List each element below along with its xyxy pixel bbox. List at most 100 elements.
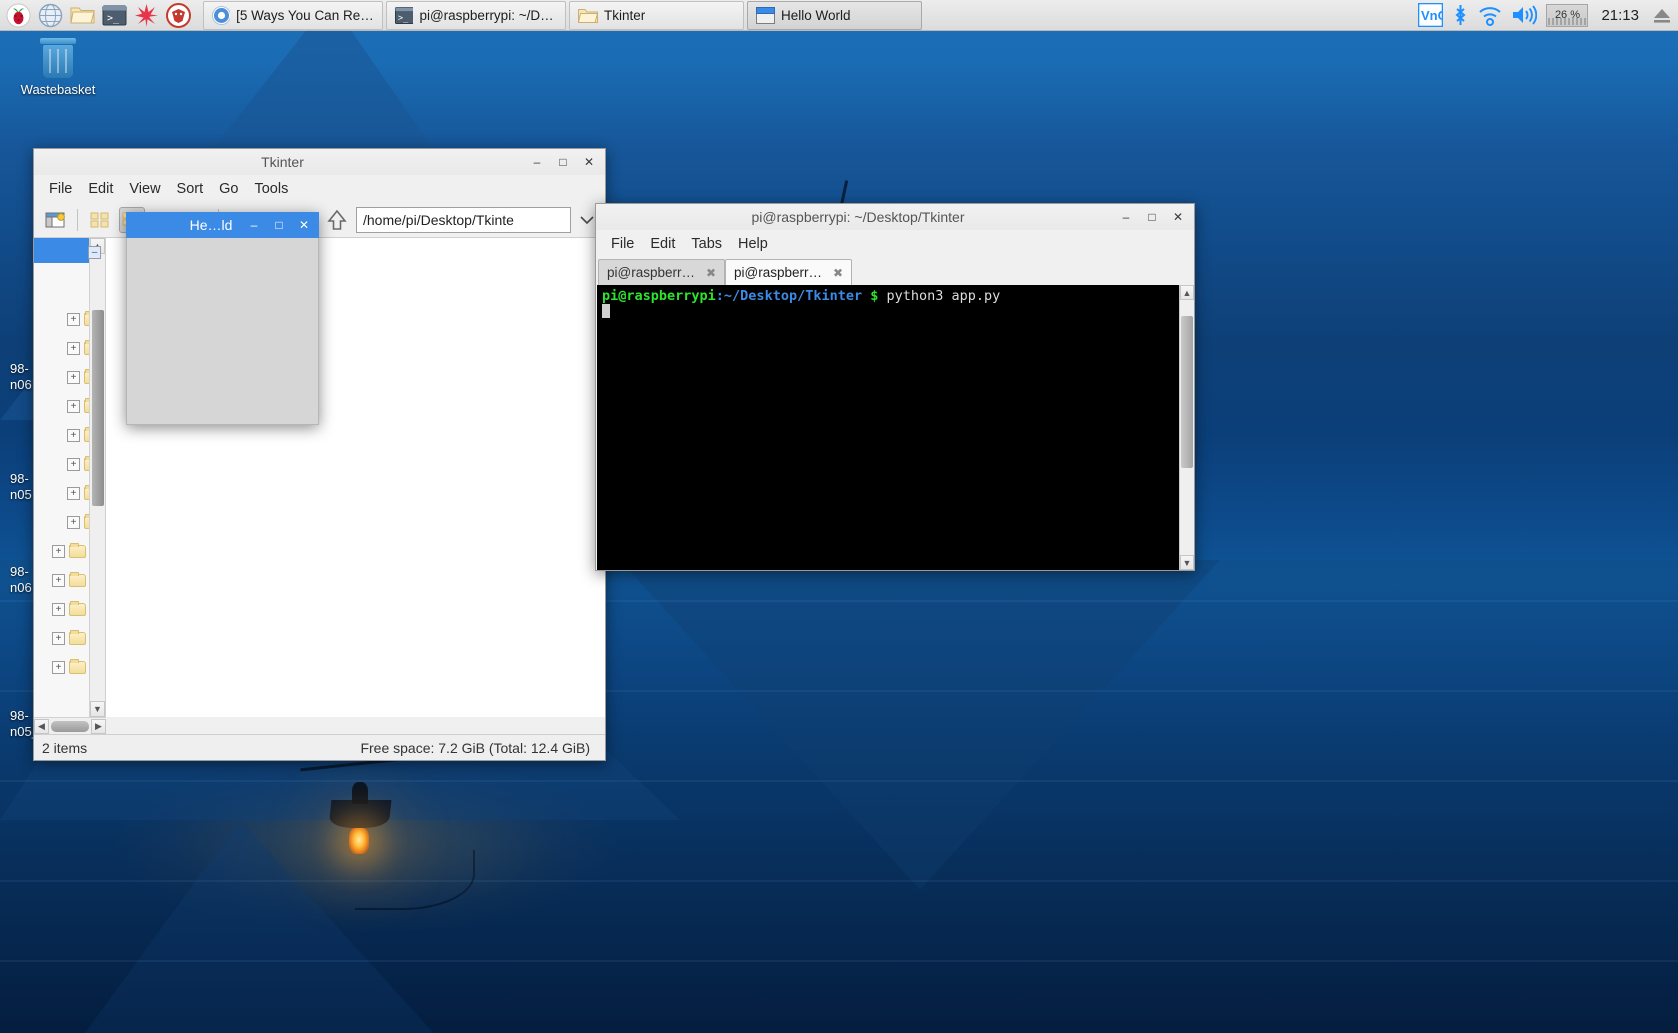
expand-icon[interactable]: + [67, 429, 80, 442]
hello-world-canvas[interactable] [126, 238, 319, 425]
minimize-button[interactable]: – [1120, 210, 1132, 224]
go-up-icon[interactable] [324, 207, 350, 233]
tree-horizontal-scrollbar[interactable]: ◀ ▶ [34, 717, 106, 734]
eject-icon[interactable] [1652, 6, 1672, 24]
tree-vertical-scrollbar[interactable]: ▲ ▼ [89, 238, 105, 717]
task-filemanager[interactable]: Tkinter [569, 1, 744, 30]
menu-view[interactable]: View [122, 178, 167, 200]
menu-file[interactable]: File [42, 178, 79, 200]
tab-close-icon[interactable]: ✖ [833, 266, 843, 280]
clock[interactable]: 21:13 [1597, 7, 1643, 24]
path-input[interactable]: /home/pi/Desktop/Tkinte [356, 207, 571, 233]
folder-icon [69, 661, 86, 674]
wifi-icon[interactable] [1478, 4, 1502, 26]
terminal-window[interactable]: pi@raspberrypi: ~/Desktop/Tkinter – □ ✕ … [595, 203, 1195, 571]
terminal-command: python3 app.py [887, 288, 1001, 304]
task-terminal[interactable]: >_ pi@raspberrypi: ~/De… [386, 1, 566, 30]
terminal-icon: >_ [395, 7, 413, 24]
close-button[interactable]: ✕ [298, 218, 310, 232]
scroll-down-icon[interactable]: ▼ [90, 701, 105, 717]
prompt-user: pi@raspberrypi [602, 288, 716, 304]
tab-close-icon[interactable]: ✖ [706, 266, 716, 280]
tree-item-root[interactable]: – [34, 238, 105, 267]
prompt-path: :~/Desktop/Tkinter [716, 288, 862, 304]
file-manager-icon[interactable] [67, 1, 97, 30]
terminal-titlebar[interactable]: pi@raspberrypi: ~/Desktop/Tkinter – □ ✕ [595, 203, 1195, 230]
expand-icon[interactable]: + [67, 487, 80, 500]
tab-label: pi@raspberr… [734, 265, 828, 280]
menu-edit[interactable]: Edit [81, 178, 120, 200]
expand-icon[interactable]: + [52, 661, 65, 674]
wastebasket-icon [38, 38, 78, 78]
expand-icon[interactable]: + [67, 516, 80, 529]
terminal-scrollbar[interactable]: ▲ ▼ [1179, 285, 1194, 570]
minimize-button[interactable]: – [248, 218, 260, 232]
vnc-icon[interactable]: VnC [1418, 3, 1443, 27]
expand-icon[interactable]: + [67, 371, 80, 384]
expand-icon[interactable]: + [67, 458, 80, 471]
desktop-icon-wastebasket[interactable]: Wastebasket [10, 38, 106, 98]
menu-file[interactable]: File [604, 233, 641, 255]
scroll-left-icon[interactable]: ◀ [34, 719, 49, 734]
chevron-down-icon[interactable] [577, 215, 597, 225]
task-helloworld[interactable]: Hello World [747, 1, 922, 30]
folder-icon [69, 603, 86, 616]
browser-icon[interactable] [35, 1, 65, 30]
taskbar: >_ [5 Ways You Can Rec… >_ pi@raspberryp… [0, 0, 1678, 31]
expand-icon[interactable]: + [67, 400, 80, 413]
file-manager-title: Tkinter [34, 154, 531, 170]
scroll-up-icon[interactable]: ▲ [1180, 285, 1194, 300]
maximize-button[interactable]: □ [1146, 210, 1158, 224]
menu-tabs[interactable]: Tabs [684, 233, 729, 255]
terminal-output[interactable]: pi@raspberrypi:~/Desktop/Tkinter $ pytho… [597, 285, 1179, 570]
toolbar-separator [77, 209, 78, 231]
terminal-icon[interactable]: >_ [99, 1, 129, 30]
expand-icon[interactable]: + [67, 342, 80, 355]
collapse-icon[interactable]: – [88, 246, 101, 259]
file-manager-window[interactable]: Tkinter – □ ✕ File Edit View Sort Go Too… [33, 148, 606, 761]
scrollbar-thumb[interactable] [51, 721, 89, 732]
close-button[interactable]: ✕ [583, 155, 595, 169]
maximize-button[interactable]: □ [273, 218, 285, 232]
wolfram-icon[interactable] [163, 1, 193, 30]
menu-tools[interactable]: Tools [247, 178, 295, 200]
minimize-button[interactable]: – [531, 155, 543, 169]
expand-icon[interactable]: + [67, 313, 80, 326]
cpu-usage-monitor[interactable]: 26 % [1546, 4, 1588, 27]
system-tray: VnC 26 % 21:13 [1418, 3, 1678, 27]
terminal-screen[interactable]: pi@raspberrypi:~/Desktop/Tkinter $ pytho… [597, 285, 1194, 570]
water-ripple [0, 780, 1678, 782]
raspberry-menu-icon[interactable] [3, 1, 33, 30]
expand-icon[interactable]: + [52, 603, 65, 616]
hello-world-title: He…ld [126, 217, 248, 233]
terminal-tab-2[interactable]: pi@raspberr… ✖ [725, 259, 852, 285]
volume-icon[interactable] [1511, 4, 1537, 26]
expand-icon[interactable]: + [52, 545, 65, 558]
expand-icon[interactable]: + [52, 632, 65, 645]
path-text: /home/pi/Desktop/Tkinte [363, 212, 514, 228]
close-button[interactable]: ✕ [1172, 210, 1184, 224]
mathematica-icon[interactable] [131, 1, 161, 30]
new-tab-icon[interactable] [42, 207, 68, 233]
scroll-right-icon[interactable]: ▶ [91, 719, 106, 734]
terminal-tab-1[interactable]: pi@raspberr… ✖ [598, 259, 725, 285]
menu-go[interactable]: Go [212, 178, 245, 200]
menu-help[interactable]: Help [731, 233, 775, 255]
task-chromium[interactable]: [5 Ways You Can Rec… [203, 1, 383, 30]
directory-tree-panel[interactable]: – + + + + + + + + +lib +lo +m +m +op ▲ [34, 238, 106, 717]
svg-text:>_: >_ [107, 13, 120, 24]
maximize-button[interactable]: □ [557, 155, 569, 169]
scrollbar-thumb[interactable] [1181, 316, 1193, 468]
expand-icon[interactable]: + [52, 574, 65, 587]
bluetooth-icon[interactable] [1452, 3, 1469, 27]
water-ripple [0, 880, 1678, 882]
chromium-icon [212, 6, 230, 25]
menu-sort[interactable]: Sort [170, 178, 211, 200]
scroll-down-icon[interactable]: ▼ [1180, 555, 1194, 570]
hello-world-titlebar[interactable]: He…ld – □ ✕ [126, 212, 319, 238]
scrollbar-thumb[interactable] [92, 310, 104, 506]
menu-edit[interactable]: Edit [643, 233, 682, 255]
file-manager-titlebar[interactable]: Tkinter – □ ✕ [33, 148, 606, 175]
hello-world-window[interactable]: He…ld – □ ✕ [126, 212, 319, 425]
icon-view-icon[interactable] [87, 207, 113, 233]
